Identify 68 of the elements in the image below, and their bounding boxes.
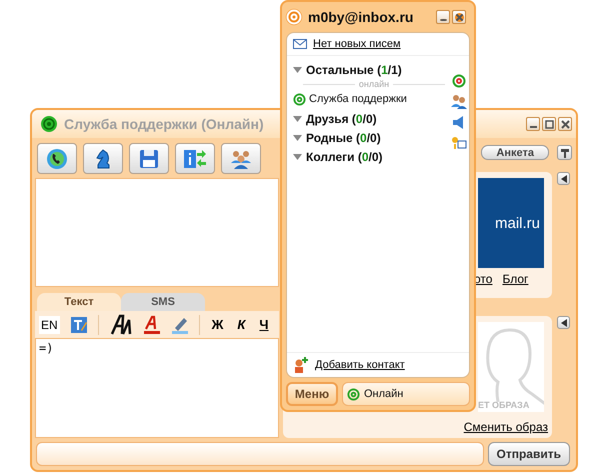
alert-mail-icon[interactable] [451,136,467,151]
send-button[interactable]: Отправить [488,442,570,466]
left-arrow-icon [560,174,566,182]
add-person-icon [293,357,309,373]
window-title: Служба поддержки (Онлайн) [64,116,264,132]
contact-group[interactable]: Коллеги (0/0) [293,147,445,166]
speaker-icon[interactable] [452,115,466,130]
font-button[interactable] [557,145,572,160]
minimize-button[interactable] [436,10,450,24]
group-name: Коллеги (0/0) [306,150,383,164]
triangle-icon [293,66,302,72]
close-button[interactable] [452,10,466,24]
group-name: Родные (0/0) [306,130,381,144]
status-icon [40,115,58,133]
letter-t-icon [560,148,570,158]
language-button[interactable]: EN [39,316,60,334]
status-selector[interactable]: Онлайн [342,382,470,406]
triangle-icon [293,154,302,160]
phone-call-button[interactable] [37,143,77,174]
contact-group[interactable]: Остальные (1/1) [293,60,445,79]
menu-button[interactable]: Меню [286,382,338,406]
silhouette-icon [478,322,544,412]
change-avatar-link[interactable]: Сменить образ [464,420,548,434]
group-name: Друзья (0/0) [306,112,377,126]
edit-text-icon[interactable] [70,316,88,334]
contact-group[interactable]: Родные (0/0) [293,128,445,147]
people-icon[interactable] [451,94,467,109]
contacts-button[interactable] [221,143,261,174]
triangle-icon [293,116,302,122]
minimize-button[interactable] [526,117,540,131]
close-button[interactable] [558,117,572,131]
envelope-icon [293,39,307,49]
text-field[interactable] [36,442,484,466]
profile-button[interactable]: Анкета [481,145,549,160]
collapse-button[interactable] [557,172,570,185]
font-icon[interactable] [108,314,133,336]
save-button[interactable] [129,143,169,174]
divider-label: онлайн [358,79,390,89]
style-button[interactable]: К [235,317,248,332]
avatar-caption: ЕТ ОБРАЗА [478,400,530,412]
logo: mail.ru [478,178,544,268]
style-button[interactable]: Ч [257,317,271,332]
left-arrow-icon [560,318,566,326]
text-color-icon[interactable] [142,314,161,335]
maximize-icon [544,120,554,128]
close-icon [454,12,464,22]
collapse-button[interactable] [557,316,570,329]
add-contact-link[interactable]: Добавить контакт [315,359,405,371]
contact-group[interactable]: Друзья (0/0) [293,109,445,128]
phone-icon [46,148,68,170]
contact-item[interactable]: Служба поддержки [293,89,445,109]
message-text: =) [39,341,54,356]
window-title: m0by@inbox.ru [308,9,414,25]
info-exchange-button[interactable] [175,143,215,174]
group-name: Остальные (1/1) [306,62,402,76]
message-input[interactable]: =) [35,338,279,438]
minimize-icon [440,18,446,20]
close-icon [560,120,570,128]
minimize-icon [530,126,536,128]
info-arrows-icon [183,148,207,170]
maximize-button[interactable] [542,117,556,131]
triangle-icon [293,134,302,140]
tab[interactable]: SMS [121,293,205,311]
game-button[interactable] [83,143,123,174]
style-button[interactable]: Ж [210,317,226,332]
mail-link[interactable]: Нет новых писем [313,38,401,50]
tab[interactable]: Текст [37,293,121,311]
profile-link[interactable]: Блог [502,272,528,286]
